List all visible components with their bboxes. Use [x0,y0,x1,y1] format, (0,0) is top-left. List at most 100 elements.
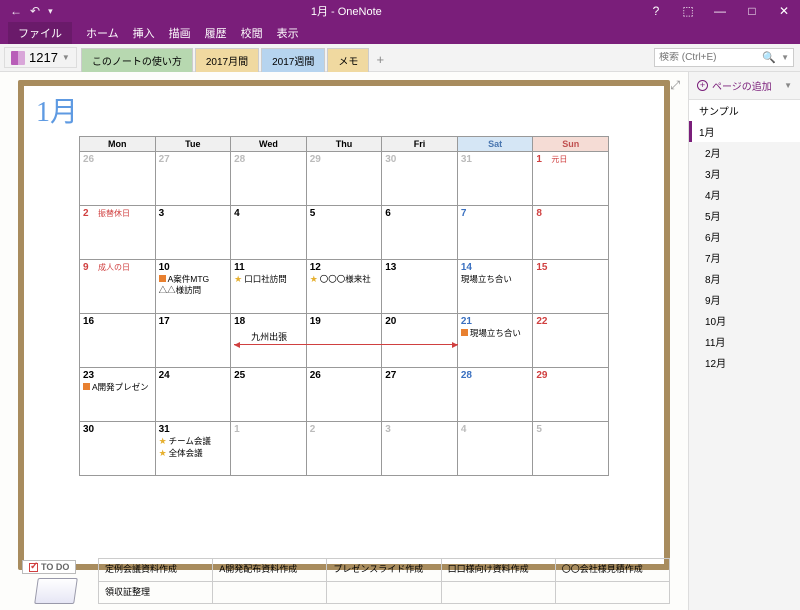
calendar-cell[interactable]: 31 [457,152,533,206]
back-icon[interactable]: ← [10,4,22,18]
calendar-cell[interactable]: 10A案件MTG△△様訪問 [155,260,231,314]
page-list-item[interactable]: 4月 [689,184,800,205]
todo-cell[interactable] [555,581,669,604]
calendar-cell[interactable]: 21現場立ち合い [457,314,533,368]
todo-table[interactable]: 定例会議資料作成A開発配布資料作成プレゼンスライド作成口口様向け資料作成〇〇会社… [98,558,670,604]
page-list-item[interactable]: 5月 [689,205,800,226]
search-box[interactable]: 🔍 ▼ [654,48,794,67]
calendar-cell[interactable]: 28 [457,368,533,422]
paper-frame: 1月 MonTueWedThuFriSatSun 2627282930311元日… [18,80,670,570]
calendar-cell[interactable]: 22 [533,314,609,368]
calendar-cell[interactable]: 5 [306,206,382,260]
calendar-cell[interactable]: 14現場立ち合い [457,260,533,314]
page-list: サンプル1月2月3月4月5月6月7月8月9月10月11月12月 [689,100,800,610]
calendar-cell[interactable]: 23A開発プレゼン [80,368,156,422]
ribbon-review[interactable]: 校閲 [241,25,263,41]
ribbon-home[interactable]: ホーム [86,25,119,41]
calendar-cell[interactable]: 11★口口社訪問 [231,260,307,314]
todo-cell[interactable] [213,581,327,604]
calendar-cell[interactable]: 27 [155,152,231,206]
add-section-button[interactable]: + [371,49,389,67]
page-canvas[interactable]: ⤢ 1月 MonTueWedThuFriSatSun 2627282930311… [0,72,688,610]
section-tab[interactable]: メモ [327,48,369,72]
calendar-cell[interactable]: 30 [382,152,458,206]
section-tab[interactable]: 2017週間 [261,48,325,72]
todo-cell[interactable]: 口口様向け資料作成 [441,559,555,582]
calendar-cell[interactable]: 4 [231,206,307,260]
page-list-item[interactable]: 12月 [689,352,800,373]
ribbon-insert[interactable]: 挿入 [133,25,155,41]
quick-access-more-icon[interactable]: ▾ [48,6,53,17]
calendar-cell[interactable]: 1 [231,422,307,476]
help-icon[interactable]: ? [640,0,672,22]
page-list-item[interactable]: 11月 [689,331,800,352]
calendar-cell[interactable]: 12★〇〇〇様来社 [306,260,382,314]
calendar-cell[interactable]: 29 [306,152,382,206]
calendar-cell[interactable]: 7 [457,206,533,260]
page-title[interactable]: 1月 [24,86,664,136]
maximize-button[interactable]: □ [736,0,768,22]
page-list-item[interactable]: 3月 [689,163,800,184]
calendar-cell[interactable]: 26 [80,152,156,206]
chevron-down-icon[interactable]: ▼ [784,81,792,90]
expand-icon[interactable]: ⤢ [670,78,680,93]
ribbon-history[interactable]: 履歴 [205,25,227,41]
calendar-cell[interactable]: 20 [382,314,458,368]
close-button[interactable]: ✕ [768,0,800,22]
todo-cell[interactable]: 領収証整理 [99,581,213,604]
ribbon-options-icon[interactable]: ⬚ [672,0,704,22]
calendar-cell[interactable]: 16 [80,314,156,368]
notebook-selector[interactable]: 1217 ▼ [4,47,77,68]
calendar-cell[interactable]: 15 [533,260,609,314]
calendar-cell[interactable]: 3 [382,422,458,476]
page-list-item[interactable]: 1月 [689,121,800,142]
search-input[interactable] [659,52,759,63]
minimize-button[interactable]: ― [704,0,736,22]
calendar-cell[interactable]: 18九州出張 [231,314,307,368]
calendar-header: Sat [457,137,533,152]
ribbon-view[interactable]: 表示 [277,25,299,41]
calendar-cell[interactable]: 26 [306,368,382,422]
calendar-cell[interactable]: 4 [457,422,533,476]
page-list-item[interactable]: 7月 [689,247,800,268]
calendar-cell[interactable]: 6 [382,206,458,260]
page-list-item[interactable]: 2月 [689,142,800,163]
calendar-cell[interactable]: 29 [533,368,609,422]
calendar-cell[interactable]: 2 [306,422,382,476]
calendar-cell[interactable]: 5 [533,422,609,476]
calendar-table[interactable]: MonTueWedThuFriSatSun 2627282930311元日2振替… [79,136,609,476]
add-page-button[interactable]: + ページの追加 ▼ [689,72,800,100]
calendar-cell[interactable]: 9成人の日 [80,260,156,314]
todo-cell[interactable]: プレゼンスライド作成 [327,559,441,582]
todo-cell[interactable] [441,581,555,604]
calendar-cell[interactable]: 24 [155,368,231,422]
page-list-item[interactable]: 8月 [689,268,800,289]
chevron-down-icon[interactable]: ▼ [781,53,789,62]
todo-cell[interactable]: 定例会議資料作成 [99,559,213,582]
todo-cell[interactable]: A開発配布資料作成 [213,559,327,582]
calendar-cell[interactable]: 13 [382,260,458,314]
todo-cell[interactable]: 〇〇会社様見積作成 [555,559,669,582]
calendar-cell[interactable]: 1元日 [533,152,609,206]
todo-section[interactable]: TO DO 定例会議資料作成A開発配布資料作成プレゼンスライド作成口口様向け資料… [18,558,670,604]
page-list-header[interactable]: サンプル [689,100,800,121]
undo-icon[interactable]: ↶ [30,4,40,18]
page-list-item[interactable]: 9月 [689,289,800,310]
calendar-cell[interactable]: 3 [155,206,231,260]
section-tab[interactable]: 2017月間 [195,48,259,72]
calendar-cell[interactable]: 25 [231,368,307,422]
page-list-item[interactable]: 6月 [689,226,800,247]
section-tab[interactable]: このノートの使い方 [81,48,193,72]
calendar-cell[interactable]: 28 [231,152,307,206]
todo-cell[interactable] [327,581,441,604]
calendar-cell[interactable]: 31★チーム会議★全体会議 [155,422,231,476]
calendar-cell[interactable]: 8 [533,206,609,260]
page-list-item[interactable]: 10月 [689,310,800,331]
calendar-cell[interactable]: 27 [382,368,458,422]
calendar-cell[interactable]: 19 [306,314,382,368]
calendar-cell[interactable]: 17 [155,314,231,368]
calendar-cell[interactable]: 2振替休日 [80,206,156,260]
ribbon-file[interactable]: ファイル [8,22,72,44]
calendar-cell[interactable]: 30 [80,422,156,476]
ribbon-draw[interactable]: 描画 [169,25,191,41]
